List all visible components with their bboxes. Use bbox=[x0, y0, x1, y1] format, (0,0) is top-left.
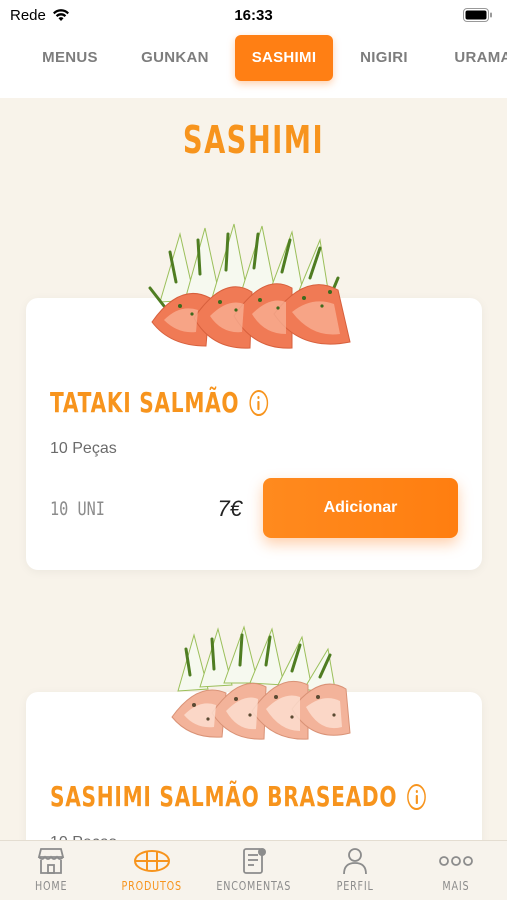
battery-icon bbox=[463, 8, 492, 22]
nav-item-produtos[interactable]: PRODUTOS bbox=[101, 841, 202, 900]
tab-urama[interactable]: URAMA bbox=[448, 35, 507, 81]
nav-label-mais: MAIS bbox=[442, 879, 470, 893]
nav-label-produtos: PRODUTOS bbox=[121, 879, 183, 893]
product-title: TATAKI SALMÃO bbox=[50, 386, 269, 419]
sushi-icon bbox=[134, 850, 171, 872]
info-icon[interactable] bbox=[407, 783, 427, 810]
nav-label-home: HOME bbox=[34, 879, 67, 893]
profile-icon bbox=[343, 848, 367, 875]
tab-sashimi[interactable]: SASHIMI bbox=[235, 35, 333, 81]
status-bar: Rede 16:33 bbox=[0, 0, 507, 30]
product-quantity: 10 UNI bbox=[50, 498, 105, 520]
tab-gunkan[interactable]: GUNKAN bbox=[133, 35, 217, 81]
more-icon bbox=[439, 856, 474, 866]
category-tabs: MENUS GUNKAN SASHIMI NIGIRI URAMA bbox=[0, 30, 507, 98]
nav-item-encomentas[interactable]: ENCOMENTAS bbox=[203, 841, 304, 900]
bottom-nav: HOME PRODUTOS ENCOMENTAS PERFIL MAIS bbox=[0, 840, 507, 900]
nav-item-home[interactable]: HOME bbox=[0, 841, 101, 900]
nav-label-encomentas: ENCOMENTAS bbox=[216, 879, 291, 893]
orders-icon bbox=[242, 848, 266, 874]
tab-menus[interactable]: MENUS bbox=[30, 35, 110, 81]
salmon-tataki-image bbox=[148, 223, 351, 349]
product-price: 7€ bbox=[217, 496, 242, 521]
section-title: SASHIMI bbox=[182, 118, 325, 162]
shop-icon bbox=[37, 848, 64, 874]
nav-item-perfil[interactable]: PERFIL bbox=[304, 841, 405, 900]
product-title: SASHIMI SALMÃO BRASEADO bbox=[50, 780, 427, 813]
carrier-label: Rede bbox=[10, 6, 46, 24]
nav-label-perfil: PERFIL bbox=[336, 879, 374, 893]
wifi-icon bbox=[52, 9, 69, 21]
product-description: 10 Peças bbox=[50, 440, 117, 457]
nav-item-mais[interactable]: MAIS bbox=[406, 841, 507, 900]
salmon-braseado-image bbox=[171, 625, 351, 740]
info-icon[interactable] bbox=[249, 389, 269, 416]
add-button[interactable]: Adicionar bbox=[263, 478, 458, 538]
tab-nigiri[interactable]: NIGIRI bbox=[350, 35, 418, 81]
status-time: 16:33 bbox=[234, 6, 273, 24]
